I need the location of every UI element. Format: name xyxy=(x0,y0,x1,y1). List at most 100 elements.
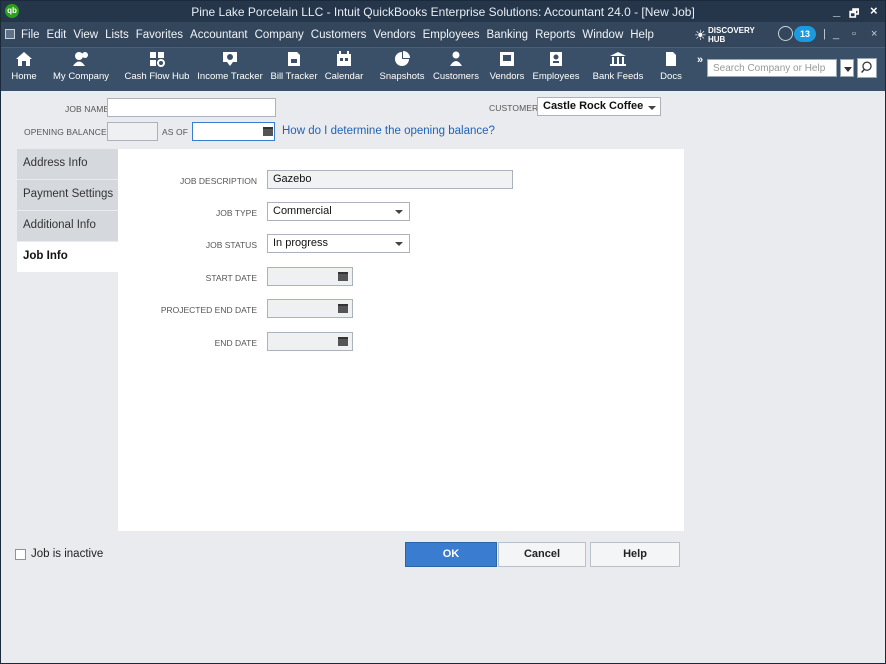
iconbar-cash-flow-hub-label: Cash Flow Hub xyxy=(124,71,190,82)
hub-label: HUB xyxy=(708,35,726,44)
iconbar-my-company-label: My Company xyxy=(53,71,109,82)
menu-items: File Edit View Lists Favorites Accountan… xyxy=(21,29,661,41)
iconbar-customers[interactable]: Customers xyxy=(431,51,481,89)
job-status-value: In progress xyxy=(273,237,329,249)
menu-accountant[interactable]: Accountant xyxy=(190,29,248,41)
job-description-label: JOB DESCRIPTION xyxy=(180,176,257,186)
iconbar-calendar-label: Calendar xyxy=(324,71,364,82)
iconbar-cash-flow-hub[interactable]: Cash Flow Hub xyxy=(121,51,193,89)
home-icon xyxy=(16,52,32,66)
menu-favorites[interactable]: Favorites xyxy=(136,29,183,41)
discovery-label: DISCOVERY xyxy=(708,26,755,35)
chevron-down-icon xyxy=(395,210,403,214)
customer-select[interactable]: Castle Rock Coffee xyxy=(537,97,661,116)
job-type-value: Commercial xyxy=(273,205,332,217)
app-window: qb Pine Lake Porcelain LLC - Intuit Quic… xyxy=(0,0,886,664)
customers-icon xyxy=(450,51,462,66)
menu-reports[interactable]: Reports xyxy=(535,29,575,41)
calendar-icon xyxy=(337,51,351,66)
menu-lists[interactable]: Lists xyxy=(105,29,129,41)
bill-tracker-icon xyxy=(288,52,300,66)
calendar-icon[interactable] xyxy=(263,127,273,136)
job-name-input[interactable] xyxy=(107,98,276,117)
snapshots-icon xyxy=(395,51,410,66)
minimize-button[interactable]: _ xyxy=(833,3,840,18)
calendar-icon[interactable] xyxy=(338,304,348,313)
employees-icon xyxy=(550,52,562,66)
menu-customers[interactable]: Customers xyxy=(311,29,367,41)
search-icon xyxy=(861,61,872,73)
iconbar-my-company[interactable]: My Company xyxy=(45,51,117,89)
lightbulb-icon: ☀ xyxy=(694,27,707,43)
menu-company[interactable]: Company xyxy=(255,29,304,41)
search-go-button[interactable] xyxy=(857,58,877,78)
tab-job-info[interactable]: Job Info xyxy=(17,242,118,273)
menu-file[interactable]: File xyxy=(21,29,40,41)
cancel-button[interactable]: Cancel xyxy=(498,542,586,567)
iconbar-docs-label: Docs xyxy=(660,71,682,82)
job-type-label: JOB TYPE xyxy=(216,208,257,218)
job-info-panel: JOB DESCRIPTION Gazebo JOB TYPE Commerci… xyxy=(118,149,684,531)
as-of-date-input[interactable] xyxy=(192,122,275,141)
menu-banking[interactable]: Banking xyxy=(487,29,529,41)
iconbar-home-label: Home xyxy=(11,71,37,82)
tab-payment-settings[interactable]: Payment Settings xyxy=(17,180,118,211)
income-tracker-icon xyxy=(223,52,237,66)
bank-feeds-icon xyxy=(610,52,626,66)
tab-additional-info[interactable]: Additional Info xyxy=(17,211,118,242)
iconbar-more-button[interactable]: » xyxy=(697,54,703,66)
job-description-input[interactable]: Gazebo xyxy=(267,170,513,189)
title-bar: qb Pine Lake Porcelain LLC - Intuit Quic… xyxy=(1,1,885,22)
docs-icon xyxy=(666,52,676,66)
ok-button[interactable]: OK xyxy=(405,542,497,567)
doc-close-button[interactable]: × xyxy=(871,28,877,40)
iconbar-bill-tracker[interactable]: Bill Tracker xyxy=(267,51,321,89)
iconbar-income-tracker[interactable]: Income Tracker xyxy=(194,51,266,89)
doc-restore-button[interactable]: ▫ xyxy=(852,28,856,40)
iconbar-employees[interactable]: Employees xyxy=(530,51,582,89)
menu-employees[interactable]: Employees xyxy=(423,29,480,41)
doc-divider: | xyxy=(823,28,826,40)
end-date-input[interactable] xyxy=(267,332,353,351)
tab-address-info[interactable]: Address Info xyxy=(17,149,118,180)
menu-window[interactable]: Window xyxy=(582,29,623,41)
calendar-icon[interactable] xyxy=(338,272,348,281)
discovery-hub-button[interactable]: ☀ DISCOVERY HUB xyxy=(692,26,762,44)
window-title: Pine Lake Porcelain LLC - Intuit QuickBo… xyxy=(191,5,695,19)
clock-icon[interactable] xyxy=(778,26,793,41)
iconbar-bank-feeds[interactable]: Bank Feeds xyxy=(590,51,646,89)
customer-value: Castle Rock Coffee xyxy=(543,100,644,112)
end-date-label: END DATE xyxy=(214,338,257,348)
opening-balance-input[interactable] xyxy=(107,122,158,141)
menu-bar: File Edit View Lists Favorites Accountan… xyxy=(1,22,885,47)
job-inactive-checkbox[interactable] xyxy=(15,549,26,560)
reminders-badge[interactable]: 13 xyxy=(794,26,816,42)
chevron-down-icon xyxy=(648,106,656,110)
search-scope-dropdown[interactable] xyxy=(840,59,854,77)
job-status-select[interactable]: In progress xyxy=(267,234,410,253)
customer-label: CUSTOMER xyxy=(489,103,539,113)
projected-end-date-input[interactable] xyxy=(267,299,353,318)
iconbar-home[interactable]: Home xyxy=(7,51,41,89)
job-type-select[interactable]: Commercial xyxy=(267,202,410,221)
calendar-icon[interactable] xyxy=(338,337,348,346)
iconbar-calendar[interactable]: Calendar xyxy=(323,51,365,89)
search-company-input[interactable]: Search Company or Help xyxy=(707,59,837,77)
iconbar-snapshots[interactable]: Snapshots xyxy=(377,51,427,89)
system-menu-icon[interactable] xyxy=(5,29,15,39)
help-button[interactable]: Help xyxy=(590,542,680,567)
iconbar-vendors[interactable]: Vendors xyxy=(485,51,529,89)
iconbar-customers-label: Customers xyxy=(433,71,479,82)
menu-edit[interactable]: Edit xyxy=(47,29,67,41)
close-button[interactable]: × xyxy=(870,3,878,18)
iconbar-snapshots-label: Snapshots xyxy=(379,71,425,82)
projected-end-date-label: PROJECTED END DATE xyxy=(160,305,257,315)
iconbar-income-tracker-label: Income Tracker xyxy=(197,71,263,82)
opening-balance-help-link[interactable]: How do I determine the opening balance? xyxy=(282,125,495,137)
doc-minimize-button[interactable]: _ xyxy=(833,28,839,40)
menu-help[interactable]: Help xyxy=(630,29,654,41)
start-date-input[interactable] xyxy=(267,267,353,286)
menu-view[interactable]: View xyxy=(73,29,98,41)
menu-vendors[interactable]: Vendors xyxy=(373,29,415,41)
iconbar-docs[interactable]: Docs xyxy=(655,51,687,89)
